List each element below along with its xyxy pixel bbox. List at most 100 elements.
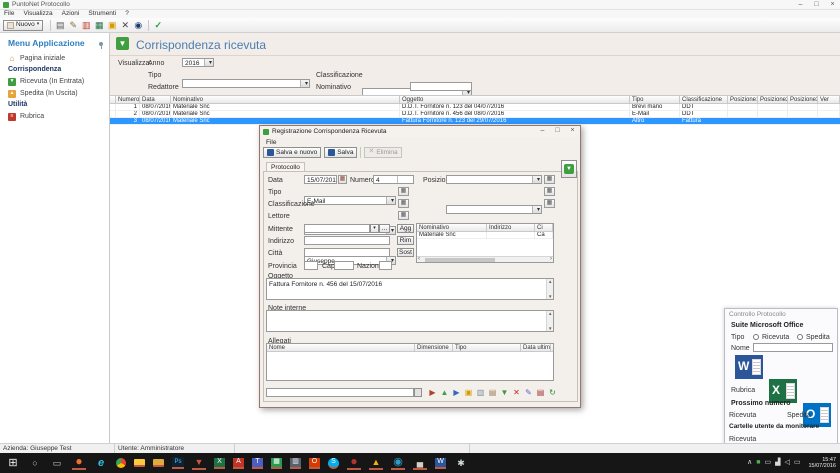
classificazione-grid-button[interactable] xyxy=(398,199,409,208)
horizontal-scrollbar[interactable] xyxy=(417,256,553,263)
chevron-up-icon[interactable]: ∧ xyxy=(747,459,752,467)
volume-icon[interactable]: ◁ xyxy=(784,459,789,467)
internet-globe-icon[interactable]: ◉ xyxy=(391,456,405,470)
app-green-icon[interactable]: ▦ xyxy=(271,457,282,469)
radio-ricevuta[interactable] xyxy=(753,334,759,340)
menu-help[interactable]: ? xyxy=(125,10,129,17)
firefox-icon[interactable]: ● xyxy=(72,454,86,470)
hat-app-icon[interactable]: ▄ xyxy=(413,456,427,470)
excel-export-icon[interactable]: ▦ xyxy=(93,19,105,31)
col-tipo[interactable]: Tipo xyxy=(630,96,680,103)
mitt-col-indirizzo[interactable]: Indirizzo xyxy=(487,224,535,231)
nazione-input[interactable] xyxy=(379,261,392,270)
word-icon[interactable]: W xyxy=(735,355,763,379)
indirizzo-input[interactable] xyxy=(304,236,390,245)
citta-input[interactable] xyxy=(304,248,390,257)
print-attachment-icon[interactable]: ▤ xyxy=(535,387,546,398)
photoshop-icon[interactable]: Ps xyxy=(172,457,184,469)
ricevuta-action-button[interactable]: ▼ xyxy=(561,160,577,178)
app-red-icon[interactable]: ● xyxy=(347,454,361,470)
documents-folder-icon[interactable] xyxy=(153,459,164,467)
sost-button[interactable]: Sost xyxy=(397,248,414,257)
all-col-nome[interactable]: Nome xyxy=(267,344,415,351)
edge-icon[interactable]: e xyxy=(94,456,108,470)
col-posizione2[interactable]: Posizione2 xyxy=(758,96,788,103)
search-icon[interactable]: ◉ xyxy=(132,19,144,31)
posizione-grid-button[interactable] xyxy=(544,175,555,184)
start-button[interactable]: ⊞ xyxy=(6,456,20,470)
maximize-button[interactable]: □ xyxy=(809,1,824,9)
file-explorer-icon[interactable] xyxy=(134,459,145,467)
copy-icon[interactable]: ▥ xyxy=(475,387,486,398)
mitt-col-nominativo[interactable]: Nominativo xyxy=(417,224,487,231)
acrobat-icon[interactable]: A xyxy=(233,457,244,469)
posizione2-grid-button[interactable] xyxy=(544,187,555,196)
confirm-icon[interactable]: ✓ xyxy=(152,19,164,31)
task-view-button[interactable]: ▭ xyxy=(50,456,64,470)
posizione-select[interactable] xyxy=(446,175,542,184)
mitt-col-citta[interactable]: Ci xyxy=(535,224,553,231)
tipo-filter-select[interactable] xyxy=(182,79,310,88)
menu-azioni[interactable]: Azioni xyxy=(62,10,80,17)
close-button[interactable]: × xyxy=(825,1,840,9)
lettore-grid-button[interactable] xyxy=(398,211,409,220)
tipo-select[interactable]: E-Mail xyxy=(304,196,396,205)
rename-icon[interactable]: ✎ xyxy=(523,387,534,398)
taskbar-clock[interactable]: 15:47 15/07/2016 xyxy=(808,457,836,470)
minimize-button[interactable]: – xyxy=(793,1,808,9)
mittente-dropdown-button[interactable]: ▾ xyxy=(370,224,379,233)
anno-select[interactable]: 2016 xyxy=(182,58,214,67)
sidebar-item-pagina-iniziale[interactable]: ⌂ Pagina iniziale xyxy=(0,53,109,65)
salva-button[interactable]: Salva xyxy=(324,147,358,158)
radio-spedita[interactable] xyxy=(797,334,803,340)
mittente-browse-button[interactable]: … xyxy=(379,224,390,233)
send-mail-icon[interactable]: ▶ xyxy=(451,387,462,398)
refresh-icon[interactable]: ↻ xyxy=(547,387,558,398)
all-col-dimensione[interactable]: Dimensione xyxy=(415,344,453,351)
agg-button[interactable]: Agg xyxy=(397,224,414,233)
dialog-minimize-button[interactable]: – xyxy=(535,127,550,135)
table-row-2[interactable]: 2 08/07/2016 Materiale Snc D.D.T. Fornit… xyxy=(110,111,840,118)
dialog-maximize-button[interactable]: □ xyxy=(550,127,565,135)
network-icon[interactable]: ▟ xyxy=(775,459,780,467)
mittente-input[interactable] xyxy=(304,224,370,233)
app-dark-icon[interactable]: ▥ xyxy=(290,457,301,469)
sidebar-item-ricevuta[interactable]: ▼ Ricevuta (In Entrata) xyxy=(0,76,109,88)
table-row-1[interactable]: 1 08/07/2016 Materiale Snc D.D.T. Fornit… xyxy=(110,104,840,111)
all-col-data-modifica[interactable]: Data ultima mo... xyxy=(521,344,551,351)
menu-file[interactable]: File xyxy=(4,10,14,17)
data-input[interactable]: 15/07/2016 xyxy=(304,175,337,184)
paste-icon[interactable]: ▤ xyxy=(487,387,498,398)
skype-icon[interactable]: S xyxy=(328,457,339,469)
open-attachment-icon[interactable]: ▶ xyxy=(427,387,438,398)
dialog-close-button[interactable]: × xyxy=(565,127,580,135)
scrollbar-thumb[interactable] xyxy=(425,258,495,262)
all-col-tipo[interactable]: Tipo xyxy=(453,344,521,351)
oggetto-textarea[interactable]: Fattura Fornitore n. 456 del 15/07/2016 xyxy=(266,278,554,300)
posizione3-grid-button[interactable] xyxy=(544,199,555,208)
delete-icon[interactable]: ✕ xyxy=(119,19,131,31)
salva-e-nuovo-button[interactable]: Salva e nuovo xyxy=(263,147,322,158)
debug-app-icon[interactable]: ✱ xyxy=(454,456,468,470)
word-app-icon[interactable]: W xyxy=(435,457,446,469)
nome-input[interactable] xyxy=(753,343,833,352)
nuovo-button[interactable]: Nuovo ▾ xyxy=(3,19,44,31)
drive-app-icon[interactable]: ▲ xyxy=(369,456,383,470)
calendar-button[interactable] xyxy=(338,175,347,184)
open-folder-icon[interactable]: ▣ xyxy=(106,19,118,31)
excel-icon[interactable]: X xyxy=(214,457,225,469)
col-nominativo[interactable]: Nominativo xyxy=(171,96,400,103)
table-row-3-selected[interactable]: 3 08/07/2016 Materiale Snc Fattura Forni… xyxy=(110,118,840,125)
teams-app-icon[interactable]: T xyxy=(252,457,263,469)
dialog-menu-file[interactable]: File xyxy=(266,139,276,146)
posizione2-select[interactable] xyxy=(446,205,542,214)
tipo-grid-button[interactable] xyxy=(398,187,409,196)
allegato-browse-button[interactable] xyxy=(414,388,422,397)
chrome-icon[interactable] xyxy=(116,458,126,468)
mittente-row[interactable]: Materiale Snc Ca xyxy=(417,232,553,239)
vertical-scrollbar[interactable] xyxy=(546,279,553,299)
antivirus-icon[interactable]: ■ xyxy=(756,459,760,467)
search-button[interactable]: ○ xyxy=(28,456,42,470)
rim-button[interactable]: Rim xyxy=(397,236,414,245)
menu-visualizza[interactable]: Visualizza xyxy=(23,10,52,17)
